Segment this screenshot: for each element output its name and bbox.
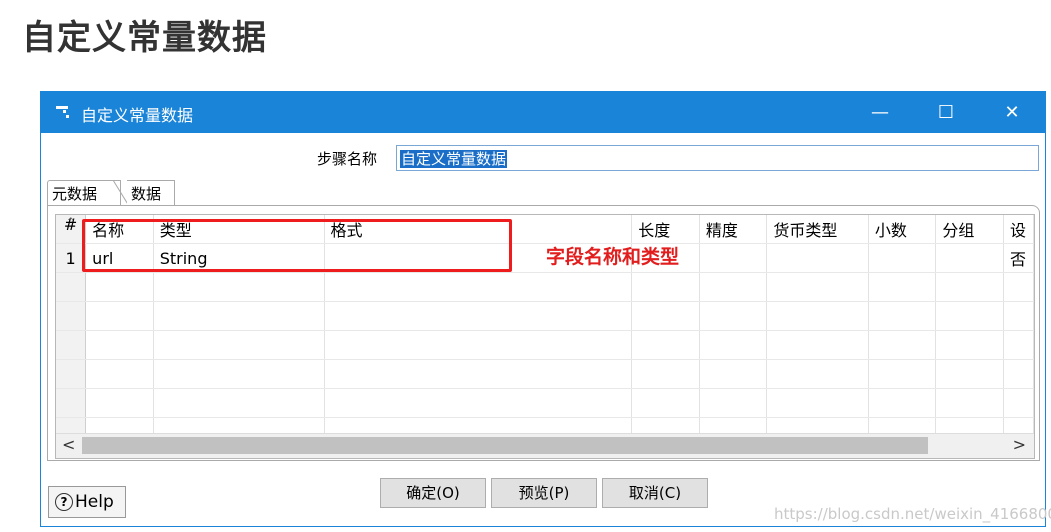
table-row[interactable] xyxy=(56,330,1034,360)
tab-data[interactable]: 数据 xyxy=(127,180,175,206)
cell-decimal[interactable] xyxy=(868,243,937,273)
cell-set-empty[interactable]: 否 xyxy=(1003,243,1034,273)
header-precision[interactable]: 精度 xyxy=(699,215,768,244)
constant-data-dialog: 自定义常量数据 — ☐ ✕ 步骤名称 自定义常量数据 元数据 数据 ^ # 名称… xyxy=(40,91,1046,527)
watermark: https://blog.csdn.net/weixin_41668007 xyxy=(774,505,1051,523)
table-row[interactable] xyxy=(56,272,1034,302)
cell-currency[interactable] xyxy=(766,243,869,273)
header-decimal[interactable]: 小数 xyxy=(868,215,937,244)
maximize-button[interactable]: ☐ xyxy=(913,92,979,133)
header-currency[interactable]: 货币类型 xyxy=(766,215,869,244)
page-heading: 自定义常量数据 xyxy=(22,18,267,58)
help-button[interactable]: ? Help xyxy=(48,486,126,518)
horizontal-scrollbar[interactable]: < > xyxy=(56,433,1034,458)
dialog-title: 自定义常量数据 xyxy=(81,106,194,125)
step-app-icon xyxy=(56,106,69,118)
step-name-value: 自定义常量数据 xyxy=(400,150,508,168)
header-set-empty[interactable]: 设 xyxy=(1003,215,1034,244)
ok-button[interactable]: 确定(O) xyxy=(380,478,486,508)
help-icon: ? xyxy=(55,493,73,511)
help-label: Help xyxy=(75,492,114,512)
close-button[interactable]: ✕ xyxy=(979,92,1045,133)
cancel-button[interactable]: 取消(C) xyxy=(602,478,708,508)
step-name-input[interactable]: 自定义常量数据 xyxy=(396,145,1039,171)
cell-group[interactable] xyxy=(935,243,1004,273)
title-bar[interactable]: 自定义常量数据 — ☐ ✕ xyxy=(41,92,1045,133)
annotation-label: 字段名称和类型 xyxy=(546,246,680,268)
table-row[interactable] xyxy=(56,301,1034,331)
minimize-button[interactable]: — xyxy=(847,92,913,133)
scrollbar-thumb[interactable] xyxy=(82,437,928,454)
tab-metadata[interactable]: 元数据 xyxy=(47,180,121,206)
scroll-left-icon[interactable]: < xyxy=(62,435,75,454)
step-name-label: 步骤名称 xyxy=(317,150,378,168)
scroll-right-icon[interactable]: > xyxy=(1013,435,1026,454)
sort-caret-icon: ^ xyxy=(67,217,75,227)
header-group[interactable]: 分组 xyxy=(935,215,1004,244)
table-row[interactable] xyxy=(56,359,1034,389)
cell-precision[interactable] xyxy=(699,243,768,273)
highlight-box xyxy=(82,219,512,272)
header-length[interactable]: 长度 xyxy=(631,215,700,244)
table-row[interactable] xyxy=(56,388,1034,418)
preview-button[interactable]: 预览(P) xyxy=(491,478,597,508)
